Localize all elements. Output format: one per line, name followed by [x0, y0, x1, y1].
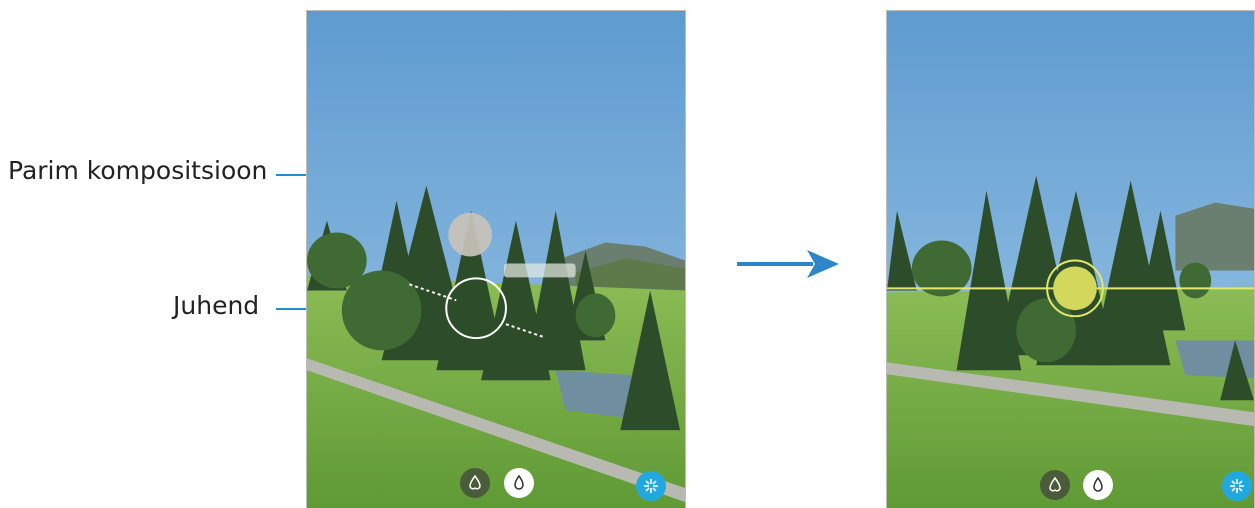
aligned-overlay — [887, 259, 1254, 318]
bokeh-icon — [1049, 476, 1061, 492]
bokeh-button[interactable] — [460, 468, 490, 498]
guide-line-left — [409, 283, 457, 302]
aligned-target — [1053, 266, 1097, 311]
guide-circle — [445, 277, 507, 340]
drop-button[interactable] — [1083, 470, 1113, 500]
shutter-button[interactable] — [1222, 471, 1252, 501]
aperture-icon — [644, 479, 658, 493]
drop-icon — [514, 474, 524, 490]
shutter-button[interactable] — [636, 471, 666, 501]
arrow-right-icon — [737, 250, 839, 278]
bokeh-icon — [469, 474, 481, 490]
best-composition-label: Parim kompositsioon — [8, 156, 268, 185]
blurred-hint-text — [503, 263, 576, 278]
composition-overlay — [409, 212, 576, 340]
aperture-icon — [1230, 479, 1244, 493]
bokeh-button[interactable] — [1040, 470, 1070, 500]
camera-preview-after — [886, 10, 1255, 508]
guide-line-right — [505, 323, 545, 339]
drop-button[interactable] — [504, 468, 534, 498]
guide-label: Juhend — [173, 291, 260, 320]
camera-preview-before — [306, 10, 686, 508]
best-composition-target — [448, 212, 493, 257]
drop-icon — [1093, 476, 1103, 492]
